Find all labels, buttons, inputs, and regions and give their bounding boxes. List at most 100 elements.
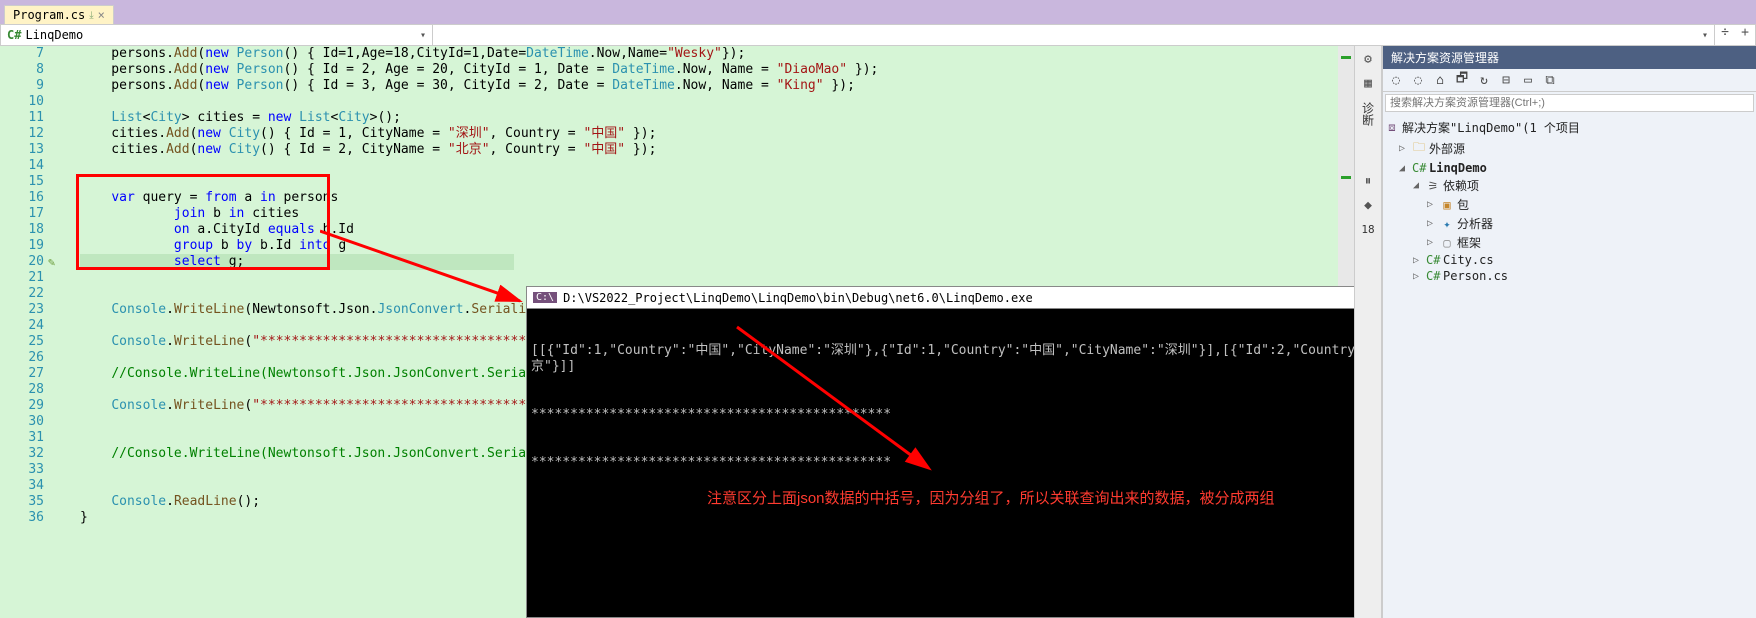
packages-node[interactable]: ▷ ▣ 包 xyxy=(1385,195,1754,214)
node-label: City.cs xyxy=(1443,253,1494,267)
line-number: 33 xyxy=(0,462,44,478)
line-number: 23 xyxy=(0,302,44,318)
solution-tree[interactable]: ⧈ 解决方案"LinqDemo"(1 个项目 ▷ 🗀 外部源 ◢ C# Linq… xyxy=(1383,114,1756,288)
line-number: 22 xyxy=(0,286,44,302)
csharp-icon: C# xyxy=(7,28,21,42)
collapsed-icon: ▷ xyxy=(1427,218,1437,229)
show-all-icon[interactable]: ▭ xyxy=(1519,71,1537,89)
pin-icon[interactable]: ⤓ xyxy=(89,10,93,21)
collapsed-icon: ▷ xyxy=(1413,255,1423,266)
line-number: 11 xyxy=(0,110,44,126)
sync-icon[interactable]: 🗗 xyxy=(1453,71,1471,89)
code-line[interactable]: List<City> cities = new List<City>(); xyxy=(80,110,1346,126)
line-number: 36 xyxy=(0,510,44,526)
diagnostics-label[interactable]: 诊断 xyxy=(1360,102,1377,126)
console-title-text: D:\VS2022_Project\LinqDemo\LinqDemo\bin\… xyxy=(563,291,1033,305)
console-icon: C:\ xyxy=(533,292,557,303)
annotation-highlight-box xyxy=(76,174,330,270)
frameworks-node[interactable]: ▷ ▢ 框架 xyxy=(1385,233,1754,252)
line-number: 29 xyxy=(0,398,44,414)
code-line[interactable]: persons.Add(new Person() { Id = 3, Age =… xyxy=(80,78,1346,94)
namespace-dropdown[interactable]: C# LinqDemo ▾ xyxy=(1,25,433,45)
solution-label: 解决方案"LinqDemo"(1 个项目 xyxy=(1402,119,1580,136)
code-editor[interactable]: 7891011121314151617181920212223242526272… xyxy=(0,46,1354,618)
framework-icon: ▢ xyxy=(1440,236,1454,250)
chevron-down-icon: ▾ xyxy=(1702,30,1708,41)
collapse-icon[interactable]: ⊟ xyxy=(1497,71,1515,89)
solution-icon: ⧈ xyxy=(1385,120,1399,135)
line-number: 28 xyxy=(0,382,44,398)
add-button[interactable]: + xyxy=(1735,25,1755,45)
collapsed-icon: ▷ xyxy=(1427,199,1437,210)
node-label: 依赖项 xyxy=(1443,177,1479,194)
line-number-gutter: 7891011121314151617181920212223242526272… xyxy=(0,46,64,526)
collapsed-icon: ▷ xyxy=(1399,143,1409,154)
tab-bar: Program.cs ⤓ × xyxy=(0,0,1756,24)
console-output[interactable]: [[{"Id":1,"Country":"中国","CityName":"深圳"… xyxy=(527,309,1354,505)
gear-icon[interactable]: ⚙ xyxy=(1359,50,1377,68)
csharp-project-icon: C# xyxy=(1412,161,1426,175)
file-node-person[interactable]: ▷ C# Person.cs xyxy=(1385,268,1754,284)
home-icon[interactable]: ⌂ xyxy=(1431,71,1449,89)
solution-explorer-title: 解决方案资源管理器 xyxy=(1383,46,1756,69)
collapsed-icon: ▷ xyxy=(1413,271,1423,282)
code-line[interactable]: cities.Add(new City() { Id = 2, CityName… xyxy=(80,142,1346,158)
line-number: 10 xyxy=(0,94,44,110)
code-line[interactable]: cities.Add(new City() { Id = 1, CityName… xyxy=(80,126,1346,142)
node-label: 包 xyxy=(1457,196,1469,213)
pause-icon[interactable]: ⏸ xyxy=(1359,172,1377,190)
line-number: 18 xyxy=(0,222,44,238)
line-number: 15 xyxy=(0,174,44,190)
csharp-file-icon: C# xyxy=(1426,269,1440,283)
namespace-label: LinqDemo xyxy=(25,28,83,42)
search-input[interactable] xyxy=(1386,95,1753,111)
node-label: 分析器 xyxy=(1457,215,1493,232)
package-icon: ▣ xyxy=(1440,198,1454,212)
line-number: 31 xyxy=(0,430,44,446)
tab-label: Program.cs xyxy=(13,8,85,22)
file-node-city[interactable]: ▷ C# City.cs xyxy=(1385,252,1754,268)
solution-explorer-search[interactable] xyxy=(1385,94,1754,112)
console-line: ****************************************… xyxy=(531,407,1354,423)
code-line[interactable]: persons.Add(new Person() { Id = 2, Age =… xyxy=(80,62,1346,78)
code-line[interactable] xyxy=(80,158,1346,174)
stop-icon[interactable]: ◆ xyxy=(1359,196,1377,214)
expanded-icon: ◢ xyxy=(1399,163,1409,174)
solution-node[interactable]: ⧈ 解决方案"LinqDemo"(1 个项目 xyxy=(1385,118,1754,137)
external-sources-node[interactable]: ▷ 🗀 外部源 xyxy=(1385,137,1754,160)
node-label: Person.cs xyxy=(1443,269,1508,283)
code-line[interactable] xyxy=(80,270,1346,286)
line-number: 24 xyxy=(0,318,44,334)
close-icon[interactable]: × xyxy=(98,8,105,22)
lightning-icon[interactable]: ▦ xyxy=(1359,74,1377,92)
folder-icon: 🗀 xyxy=(1412,138,1426,159)
line-number: 34 xyxy=(0,478,44,494)
file-tab-program[interactable]: Program.cs ⤓ × xyxy=(4,5,114,24)
line-number: 27 xyxy=(0,366,44,382)
expanded-icon: ◢ xyxy=(1413,180,1423,191)
counter-badge: 18 xyxy=(1359,220,1377,238)
code-line[interactable]: persons.Add(new Person() { Id=1,Age=18,C… xyxy=(80,46,1346,62)
node-label: 外部源 xyxy=(1429,140,1465,157)
line-number: 21 xyxy=(0,270,44,286)
line-number: 26 xyxy=(0,350,44,366)
line-number: 20 xyxy=(0,254,44,270)
dependencies-node[interactable]: ◢ ⚞ 依赖项 xyxy=(1385,176,1754,195)
back-icon[interactable]: ◌ xyxy=(1387,71,1405,89)
code-line[interactable] xyxy=(80,94,1346,110)
member-dropdown[interactable]: ▾ xyxy=(433,25,1715,45)
properties-icon[interactable]: ⧉ xyxy=(1541,71,1559,89)
line-number: 35 xyxy=(0,494,44,510)
chevron-down-icon: ▾ xyxy=(420,30,426,41)
refresh-icon[interactable]: ↻ xyxy=(1475,71,1493,89)
solution-explorer-toolbar: ◌ ◌ ⌂ 🗗 ↻ ⊟ ▭ ⧉ xyxy=(1383,69,1756,92)
line-number: 9 xyxy=(0,78,44,94)
split-button[interactable]: ÷ xyxy=(1715,25,1735,45)
project-node[interactable]: ◢ C# LinqDemo xyxy=(1385,160,1754,176)
line-number: 12 xyxy=(0,126,44,142)
console-titlebar[interactable]: C:\ D:\VS2022_Project\LinqDemo\LinqDemo\… xyxy=(527,287,1354,309)
forward-icon[interactable]: ◌ xyxy=(1409,71,1427,89)
analyzer-icon: ✦ xyxy=(1440,217,1454,231)
analyzers-node[interactable]: ▷ ✦ 分析器 xyxy=(1385,214,1754,233)
line-number: 25 xyxy=(0,334,44,350)
